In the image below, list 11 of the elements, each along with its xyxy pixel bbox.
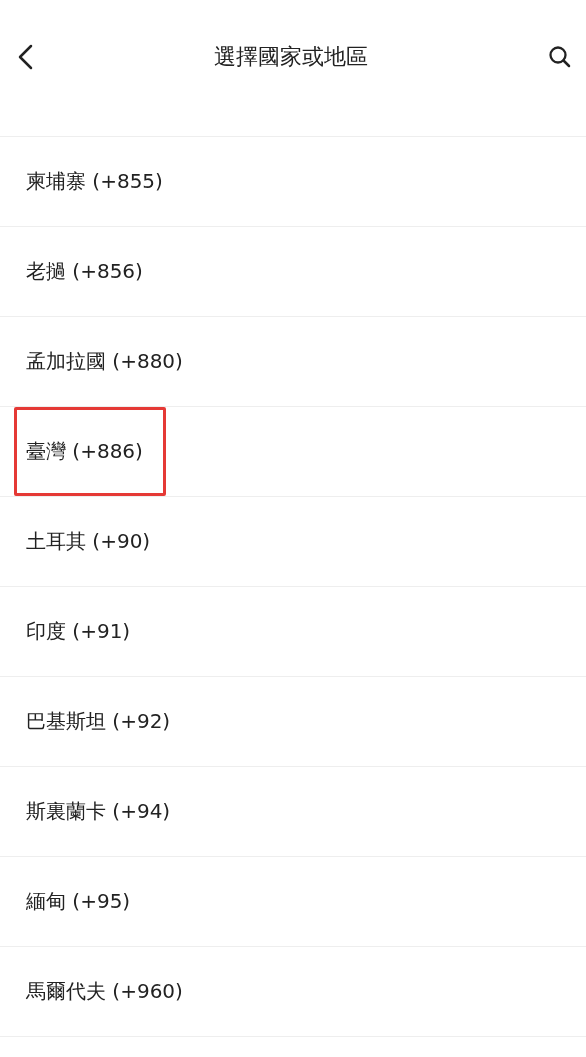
country-item[interactable]: 柬埔寨 (+855) <box>14 137 186 226</box>
country-item[interactable]: 土耳其 (+90) <box>14 497 174 586</box>
country-item[interactable]: 馬爾代夫 (+960) <box>14 947 206 1036</box>
page-title: 選擇國家或地區 <box>214 43 368 71</box>
country-item[interactable]: 緬甸 (+95) <box>14 857 154 946</box>
country-item[interactable]: 斯裏蘭卡 (+94) <box>14 767 194 856</box>
country-item[interactable]: 孟加拉國 (+880) <box>14 317 206 406</box>
country-item[interactable]: 印度 (+91) <box>14 587 154 676</box>
country-item[interactable]: 臺灣 (+886) <box>14 407 166 496</box>
country-item[interactable]: 巴基斯坦 (+92) <box>14 677 194 766</box>
country-item[interactable]: 老撾 (+856) <box>14 227 166 316</box>
